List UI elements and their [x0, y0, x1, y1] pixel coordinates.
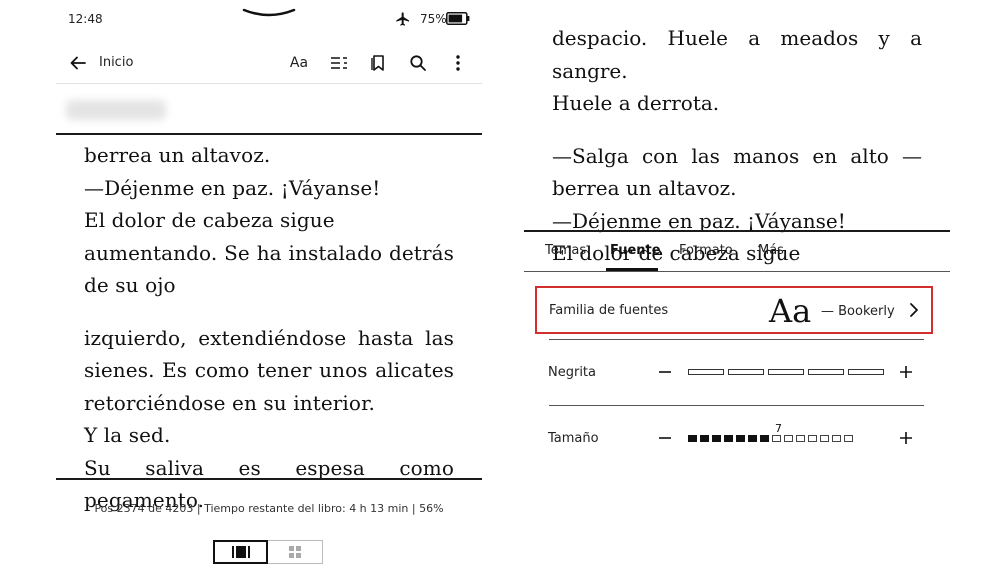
text-line: de su ojo [84, 273, 176, 297]
airplane-mode-icon [396, 12, 409, 26]
size-decrease-icon[interactable] [657, 430, 673, 446]
status-time: 12:48 [68, 12, 103, 26]
text-line: Y la sed. [84, 423, 171, 447]
bold-level-segment[interactable] [728, 369, 764, 375]
font-family-row[interactable]: Familia de fuentes Aa — Bookerly [535, 286, 933, 334]
size-level-segment[interactable] [820, 435, 829, 442]
active-tab-indicator [606, 268, 658, 271]
size-level-segment[interactable] [808, 435, 817, 442]
font-sample: Aa [769, 292, 812, 330]
font-settings-panel: despacio. Huele a meados y a sangre. Hue… [524, 0, 950, 567]
size-label: Tamaño [548, 431, 599, 446]
pull-down-handle-icon[interactable] [242, 6, 296, 20]
grid-view-icon [289, 546, 301, 558]
grid-view-button[interactable] [268, 540, 323, 564]
font-family-value: — Bookerly [821, 304, 895, 319]
settings-tabs: Temas Fuente Formato Más [524, 232, 950, 272]
size-level-segment[interactable] [832, 435, 841, 442]
battery-icon [446, 12, 470, 25]
bold-increase-icon[interactable] [898, 364, 914, 380]
row-divider [549, 339, 924, 340]
size-level-segment[interactable] [796, 435, 805, 442]
size-level-track[interactable] [688, 435, 853, 442]
bold-decrease-icon[interactable] [657, 364, 673, 380]
text-line: —Déjenme en paz. ¡Váyanse! [84, 175, 381, 200]
size-level-segment[interactable] [688, 435, 697, 442]
view-toggle [213, 540, 323, 564]
bottom-divider [56, 478, 482, 480]
size-level-segment[interactable] [748, 435, 757, 442]
size-level-segment[interactable] [736, 435, 745, 442]
font-family-label: Familia de fuentes [549, 303, 669, 318]
table-of-contents-icon[interactable] [328, 52, 350, 74]
text-line: —Salga con las manos en alto — [552, 143, 922, 168]
size-level-segment[interactable] [760, 435, 769, 442]
page-view-icon [231, 546, 250, 558]
text-line: despacio. Huele a meados y a sangre. [552, 26, 922, 83]
bold-level-segment[interactable] [808, 369, 844, 375]
bold-level-segment[interactable] [688, 369, 724, 375]
back-arrow-icon[interactable] [67, 52, 89, 74]
size-level-segment[interactable] [724, 435, 733, 442]
size-level-segment[interactable] [700, 435, 709, 442]
size-level-segment[interactable] [844, 435, 853, 442]
bold-level-segment[interactable] [768, 369, 804, 375]
text-line: berrea un altavoz. [84, 143, 271, 167]
text-line: aumentando. Se ha instalado detrás [84, 240, 454, 265]
tab-temas[interactable]: Temas [545, 243, 586, 258]
bookmark-icon[interactable] [368, 52, 390, 74]
page-text: berrea un altavoz. —Déjenme en paz. ¡Váy… [84, 139, 454, 517]
font-settings-button[interactable]: Aa [288, 52, 310, 74]
tab-mas[interactable]: Más [758, 243, 784, 258]
reading-progress: Pos 2374 de 4203 | Tiempo restante del l… [94, 502, 444, 515]
blurred-chapter-title [66, 100, 166, 120]
text-line: Huele a derrota. [552, 91, 720, 115]
bold-level-track[interactable] [688, 369, 884, 375]
top-divider [56, 133, 482, 135]
size-level-segment[interactable] [784, 435, 793, 442]
text-line: berrea un altavoz. [552, 176, 737, 200]
tab-fuente[interactable]: Fuente [610, 243, 661, 258]
page-view-button[interactable] [213, 540, 268, 564]
reader-toolbar: Inicio Aa [56, 44, 482, 84]
home-link[interactable]: Inicio [99, 55, 133, 70]
chevron-right-icon [910, 303, 918, 317]
text-line: El dolor de cabeza sigue [84, 208, 335, 232]
tab-formato[interactable]: Formato [679, 243, 733, 258]
text-line: izquierdo, extendiéndose hasta las [84, 325, 454, 350]
bold-label: Negrita [548, 365, 596, 380]
bold-level-segment[interactable] [848, 369, 884, 375]
more-options-icon[interactable] [447, 52, 469, 74]
font-settings-label: Aa [289, 55, 309, 71]
row-divider [549, 405, 924, 406]
battery-percentage: 75% [420, 12, 447, 26]
size-increase-icon[interactable] [898, 430, 914, 446]
text-line: retorciéndose en su interior. [84, 390, 375, 415]
reader-page-panel: 12:48 75% Inicio Aa berrea un altavoz. —… [56, 0, 482, 567]
size-level-segment[interactable] [772, 435, 781, 442]
size-current-value: 7 [775, 422, 782, 435]
status-bar: 12:48 75% [56, 0, 482, 38]
size-level-segment[interactable] [712, 435, 721, 442]
search-icon[interactable] [407, 52, 429, 74]
text-line: sienes. Es como tener unos alicates [84, 358, 454, 382]
